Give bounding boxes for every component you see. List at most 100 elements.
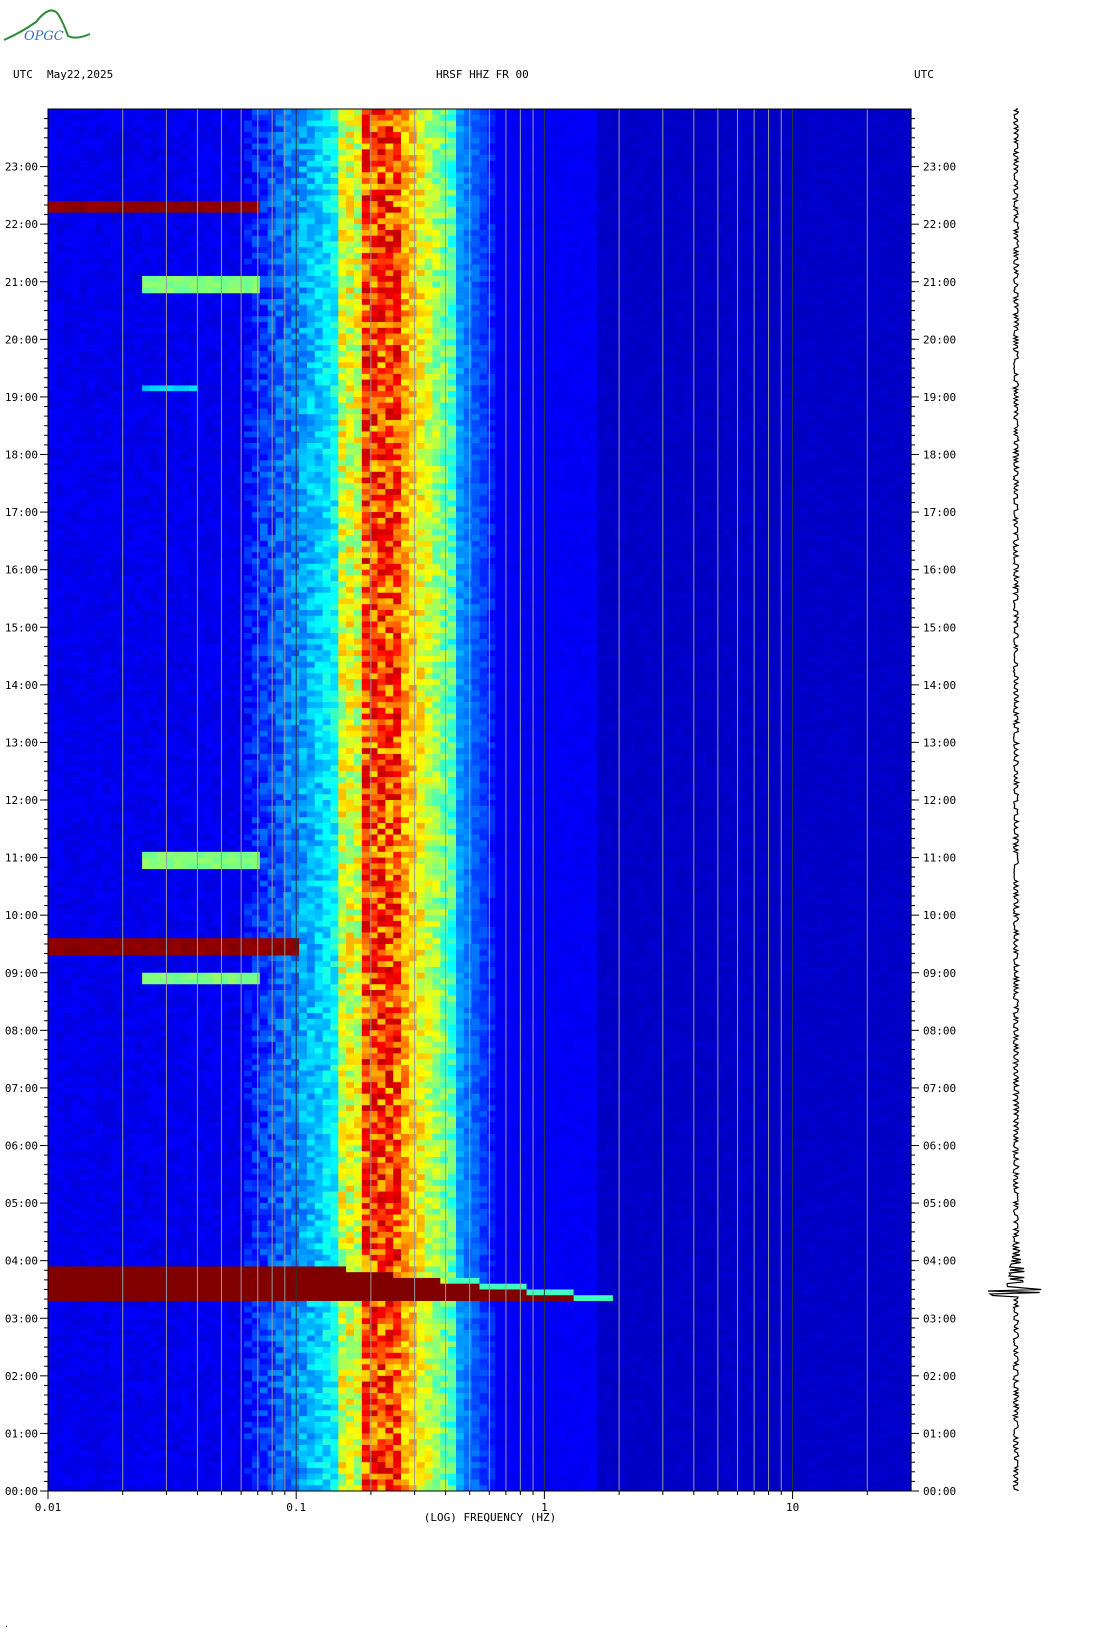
heatmap-cell [472, 172, 480, 178]
heatmap-cell [228, 172, 236, 178]
heatmap-cell [903, 149, 911, 155]
heatmap-cell [778, 155, 786, 161]
heatmap-cell [228, 161, 236, 167]
heatmap-cell [487, 144, 495, 150]
heatmap-cell [676, 115, 684, 121]
heatmap-cell [432, 167, 440, 173]
heatmap-cell [652, 149, 660, 155]
heatmap-cell [103, 178, 111, 184]
heatmap-cell [432, 149, 440, 155]
heatmap-cell [550, 115, 558, 121]
heatmap-cell [260, 172, 268, 178]
heatmap-cell [150, 109, 158, 115]
heatmap-cell [707, 144, 715, 150]
heatmap-cell [315, 109, 323, 115]
heatmap-cell [589, 115, 597, 121]
heatmap-cell [660, 138, 668, 144]
heatmap-cell [691, 167, 699, 173]
heatmap-cell [134, 126, 142, 132]
heatmap-cell [166, 109, 174, 115]
heatmap-cell [793, 172, 801, 178]
heatmap-cell [699, 155, 707, 161]
heatmap-cell [542, 155, 550, 161]
heatmap-cell [589, 126, 597, 132]
heatmap-cell [629, 155, 637, 161]
heatmap-cell [754, 161, 762, 167]
heatmap-cell [738, 149, 746, 155]
heatmap-cell [378, 149, 386, 155]
heatmap-cell [527, 172, 535, 178]
heatmap-cell [534, 115, 542, 121]
heatmap-cell [456, 121, 464, 127]
heatmap-cell [472, 149, 480, 155]
heatmap-cell [48, 126, 56, 132]
heatmap-cell [738, 167, 746, 173]
heatmap-cell [738, 126, 746, 132]
heatmap-cell [338, 155, 346, 161]
heatmap-cell [127, 109, 135, 115]
heatmap-cell [652, 126, 660, 132]
heatmap-cell [684, 132, 692, 138]
heatmap-cell [291, 155, 299, 161]
heatmap-cell [480, 172, 488, 178]
heatmap-cell [48, 172, 56, 178]
heatmap-cell [848, 121, 856, 127]
heatmap-cell [56, 109, 64, 115]
heatmap-cell [487, 126, 495, 132]
heatmap-cell [338, 167, 346, 173]
heatmap-cell [746, 167, 754, 173]
heatmap-cell [566, 109, 574, 115]
heatmap-cell [409, 138, 417, 144]
heatmap-cell [103, 126, 111, 132]
heatmap-cell [72, 167, 80, 173]
heatmap-cell [252, 161, 260, 167]
heatmap-cell [691, 126, 715, 132]
heatmap-cell [629, 144, 637, 150]
heatmap-cell [472, 161, 480, 167]
heatmap-cell [487, 138, 495, 144]
heatmap-cell [809, 121, 817, 127]
heatmap-cell [236, 167, 244, 173]
heatmap-cell [330, 149, 338, 155]
heatmap-cell [385, 126, 393, 132]
heatmap-cell [770, 132, 778, 138]
heatmap-cell [550, 155, 558, 161]
heatmap-cell [276, 126, 284, 132]
heatmap-cell [503, 155, 511, 161]
heatmap-cell [385, 167, 393, 173]
heatmap-cell [432, 115, 440, 121]
heatmap-cell [872, 167, 880, 173]
heatmap-cell [487, 121, 495, 127]
heatmap-cell [299, 121, 307, 127]
heatmap-cell [511, 126, 519, 132]
heatmap-cell [158, 144, 166, 150]
heatmap-cell [354, 138, 362, 144]
heatmap-cell [127, 178, 135, 184]
heatmap-cell [668, 121, 676, 127]
heatmap-cell [793, 115, 801, 121]
heatmap-cell [440, 115, 448, 121]
heatmap-cell [801, 161, 809, 167]
heatmap-cell [629, 172, 637, 178]
heatmap-cell [856, 109, 864, 115]
heatmap-cell [895, 155, 903, 161]
heatmap-cell [754, 167, 762, 173]
heatmap-cell [589, 155, 597, 161]
heatmap-cell [127, 138, 135, 144]
heatmap-cell [354, 149, 362, 155]
heatmap-cell [354, 115, 362, 121]
heatmap-cell [440, 132, 448, 138]
heatmap-cell [393, 138, 401, 144]
heatmap-cell [495, 109, 503, 115]
heatmap-cell [252, 149, 260, 155]
heatmap-cell [723, 121, 739, 127]
heatmap-cell [401, 172, 409, 178]
heatmap-cell [480, 138, 488, 144]
heatmap-cell [213, 155, 221, 161]
heatmap-cell [684, 144, 692, 150]
heatmap-cell [574, 121, 582, 127]
heatmap-cell [134, 132, 142, 138]
heatmap-cell [425, 172, 433, 178]
heatmap-cell [534, 167, 542, 173]
heatmap-cell [746, 155, 754, 161]
